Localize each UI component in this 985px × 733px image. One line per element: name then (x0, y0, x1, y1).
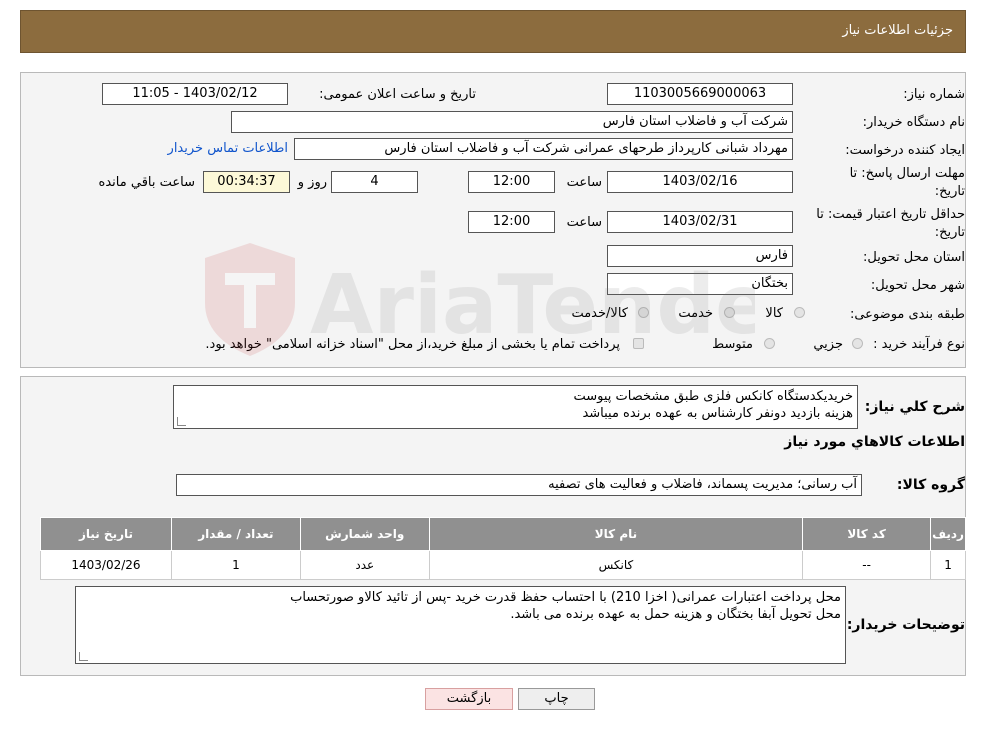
announce-field: 1403/02/12 - 11:05 (102, 83, 288, 105)
goods-group-field: آب رسانی؛ مدیریت پسماند، فاضلاب و فعالیت… (176, 474, 862, 496)
items-table: رديف کد کالا نام کالا واحد شمارش تعداد /… (40, 517, 966, 580)
col-header-unit: واحد شمارش (299, 517, 430, 551)
deadline-time-label: ساعت (566, 175, 602, 190)
summary-line-2: هزینه بازدید دونفر کارشناس به عهده برنده… (582, 406, 853, 421)
process-note: پرداخت تمام یا بخشی از مبلغ خرید،از محل … (205, 337, 620, 352)
col-header-row-number: رديف (930, 517, 966, 551)
resize-grip-icon[interactable] (79, 652, 88, 661)
category-radio-goods[interactable] (794, 307, 805, 318)
items-section-title: اطلاعات کالاهاي مورد نياز (784, 434, 965, 450)
deadline-label-1: مهلت ارسال پاسخ: تا (849, 166, 965, 181)
process-radio-minor[interactable] (852, 338, 863, 349)
buyer-notes-textarea[interactable]: محل پرداخت اعتبارات عمرانی( اخزا 210) با… (75, 586, 846, 664)
remaining-time-field: 00:34:37 (203, 171, 290, 193)
resize-grip-icon[interactable] (177, 417, 186, 426)
category-radio-service[interactable] (724, 307, 735, 318)
validity-time-label: ساعت (566, 215, 602, 230)
remaining-label: ساعت باقي مانده (98, 175, 195, 190)
announce-label: تاریخ و ساعت اعلان عمومی: (319, 87, 476, 102)
category-option-goods-service: کالا/خدمت (571, 306, 628, 321)
validity-label-2: تاریخ: (934, 225, 965, 240)
buyer-org-label: نام دستگاه خریدار: (862, 115, 965, 130)
cell-quantity: 1 (170, 550, 301, 580)
process-checkbox-treasury[interactable] (633, 338, 644, 349)
col-header-need-date: تاریخ نیاز (40, 517, 172, 551)
cell-unit: عدد (299, 550, 430, 580)
validity-date-field: 1403/02/31 (607, 211, 793, 233)
cell-need-date: 1403/02/26 (40, 550, 172, 580)
table-row: 1 -- کانکس عدد 1 1403/02/26 (40, 550, 966, 580)
summary-line-1: خریدیکدستگاه کانکس فلزی طبق مشخصات پیوست (573, 389, 853, 404)
category-option-goods: کالا (765, 306, 783, 321)
process-option-medium: متوسط (712, 337, 753, 352)
col-header-goods-name: نام کالا (428, 517, 804, 551)
summary-textarea[interactable]: خریدیکدستگاه کانکس فلزی طبق مشخصات پیوست… (173, 385, 858, 429)
deadline-time-field: 12:00 (468, 171, 555, 193)
days-label: روز و (297, 175, 327, 190)
category-label: طبقه بندی موضوعی: (849, 307, 965, 322)
city-label: شهر محل تحویل: (870, 278, 965, 293)
goods-group-label: گروه کالا: (896, 477, 965, 493)
page-title: جزئیات اطلاعات نیاز (842, 23, 953, 38)
col-header-goods-code: کد کالا (802, 517, 932, 551)
category-option-service: خدمت (678, 306, 713, 321)
city-field: بختگان (607, 273, 793, 295)
buyer-notes-label: توضیحات خریدار: (846, 617, 965, 633)
validity-label-1: حداقل تاریخ اعتبار قیمت: تا (816, 207, 965, 222)
buyer-notes-line-2: محل تحویل آبفا بختگان و هزینه حمل به عهد… (510, 607, 841, 622)
process-radio-medium[interactable] (764, 338, 775, 349)
contact-buyer-link[interactable]: اطلاعات تماس خریدار (168, 141, 288, 156)
validity-time-field: 12:00 (468, 211, 555, 233)
buyer-notes-line-1: محل پرداخت اعتبارات عمرانی( اخزا 210) با… (290, 590, 841, 605)
days-field: 4 (331, 171, 418, 193)
cell-goods-name: کانکس (428, 550, 804, 580)
deadline-date-field: 1403/02/16 (607, 171, 793, 193)
print-button[interactable]: چاپ (518, 688, 595, 710)
summary-label: شرح کلي نياز: (864, 399, 965, 415)
creator-field: مهرداد شبانی کارپرداز طرحهای عمرانی شرکت… (294, 138, 793, 160)
cell-row-number: 1 (930, 550, 966, 580)
process-label: نوع فرآیند خرید : (873, 337, 965, 352)
need-number-field: 1103005669000063 (607, 83, 793, 105)
back-button[interactable]: بازگشت (425, 688, 513, 710)
page-header: جزئیات اطلاعات نیاز (20, 10, 966, 53)
table-header-row: رديف کد کالا نام کالا واحد شمارش تعداد /… (40, 517, 966, 551)
cell-goods-code: -- (802, 550, 932, 580)
deadline-label-2: تاریخ: (934, 184, 965, 199)
category-radio-goods-service[interactable] (638, 307, 649, 318)
process-option-minor: جزيي (813, 337, 843, 352)
col-header-quantity: تعداد / مقدار (170, 517, 301, 551)
province-label: استان محل تحویل: (863, 250, 965, 265)
creator-label: ایجاد کننده درخواست: (845, 143, 965, 158)
province-field: فارس (607, 245, 793, 267)
need-number-label: شماره نیاز: (903, 87, 965, 102)
buyer-org-field: شرکت آب و فاضلاب استان فارس (231, 111, 793, 133)
